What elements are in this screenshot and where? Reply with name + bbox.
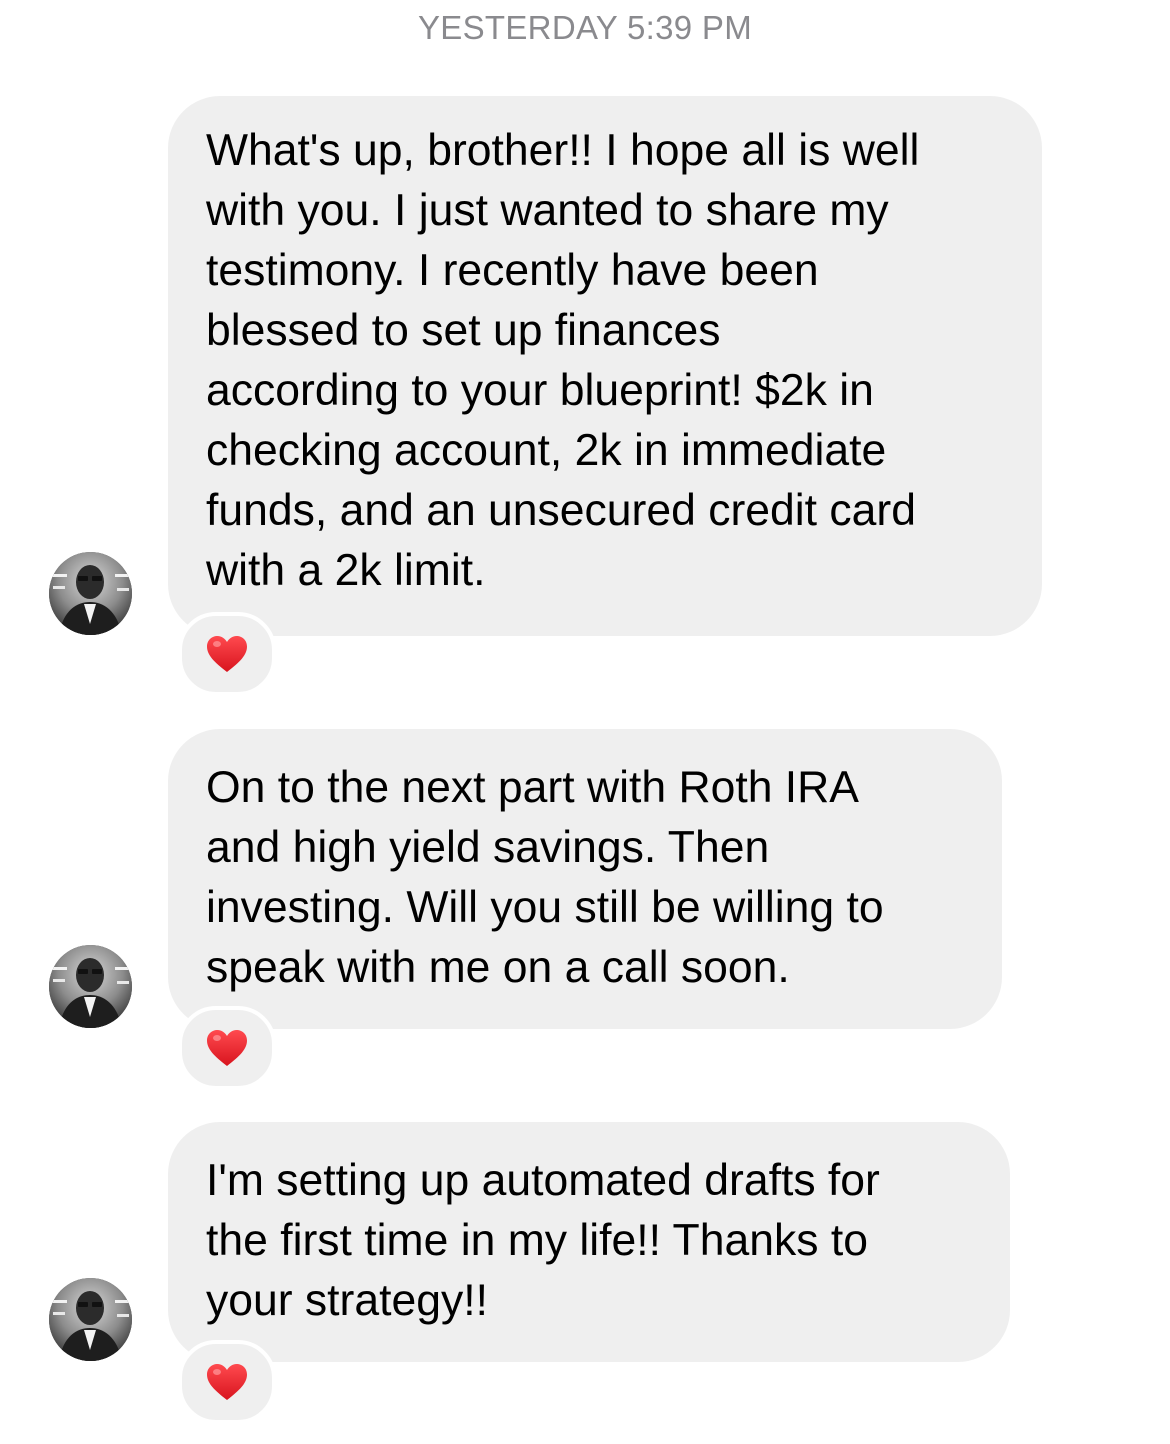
heart-icon [207, 636, 247, 672]
heart-icon [207, 1364, 247, 1400]
avatar[interactable] [49, 1278, 132, 1361]
message-bubble[interactable]: On to the next part with Roth IRA and hi… [168, 729, 1002, 1029]
conversation-timestamp: YESTERDAY 5:39 PM [417, 9, 752, 46]
heart-icon [207, 1030, 247, 1066]
avatar[interactable] [49, 552, 132, 635]
avatar[interactable] [49, 945, 132, 1028]
message-bubble[interactable]: I'm setting up automated drafts for the … [168, 1122, 1010, 1362]
heart-reaction[interactable] [178, 1340, 276, 1424]
heart-reaction[interactable] [178, 612, 276, 696]
heart-reaction[interactable] [178, 1006, 276, 1090]
message-bubble[interactable]: What's up, brother!! I hope all is well … [168, 96, 1042, 636]
